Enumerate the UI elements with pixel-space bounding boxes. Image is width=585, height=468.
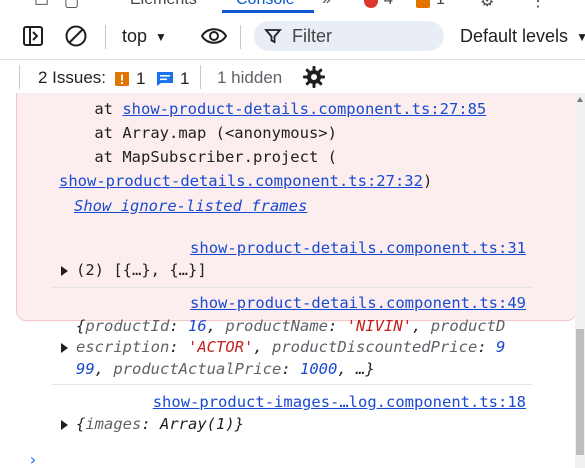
object-token: : (477, 338, 496, 356)
settings-icon-fragment[interactable]: ⚙ (480, 0, 494, 11)
object-token: images (85, 415, 142, 433)
source-link[interactable]: show-product-details.component.ts:49 (190, 294, 526, 312)
object-token: productName (225, 317, 329, 335)
live-expression-button[interactable] (200, 24, 228, 48)
expand-triangle-icon[interactable] (61, 343, 68, 353)
context-value: top (122, 26, 148, 46)
warning-issue-count: 1 (136, 69, 146, 88)
toolbar-divider (240, 25, 241, 49)
object-token: escription (76, 338, 170, 356)
log-levels-label: Default levels (460, 26, 569, 46)
caret-down-icon: ▼ (576, 29, 585, 44)
warning-count-icon[interactable] (416, 0, 430, 8)
eye-icon (200, 28, 228, 44)
object-token: 1000 (300, 360, 338, 378)
gear-icon (303, 66, 325, 88)
object-token: productActualPrice (113, 360, 282, 378)
stack-frame: at MapSubscriber.project ( (57, 148, 337, 166)
filter-input[interactable] (292, 25, 432, 47)
error-count: 4 (384, 0, 393, 9)
issues-warning-badge[interactable]: 1 (114, 69, 145, 89)
source-link[interactable]: show-product-images-…log.component.ts:18 (153, 393, 526, 411)
array-preview[interactable]: (2) [{…}, {…}] (76, 261, 207, 279)
sidebar-toggle-button[interactable] (22, 25, 44, 47)
more-tabs-button[interactable]: » (322, 0, 331, 9)
expand-triangle-icon[interactable] (61, 420, 68, 430)
hidden-issues-label[interactable]: 1 hidden (217, 68, 282, 88)
object-token: , (206, 317, 226, 335)
object-token: : (328, 317, 347, 335)
source-link[interactable]: show-product-details.component.ts:31 (190, 239, 526, 257)
issues-info-badge[interactable]: 1 (156, 69, 189, 89)
console-output: show-product-details.component.ts:27:85 … (0, 93, 575, 468)
console-scrollbar[interactable] (575, 93, 585, 468)
object-token: : (141, 415, 161, 433)
object-token: productD (430, 317, 506, 335)
stack-frame: show-product-details.component.ts:27:32) (59, 172, 433, 190)
object-token: Array(1) (160, 415, 235, 433)
object-token: 9 (495, 338, 506, 356)
tab-icon-fragment[interactable]: ▭ (34, 0, 49, 11)
object-preview-line[interactable]: escription: 'ACTOR', productDiscountedPr… (76, 338, 505, 356)
object-token: { (76, 317, 86, 335)
message-icon (157, 72, 173, 86)
issues-divider (200, 65, 201, 89)
scrollbar-thumb[interactable] (576, 329, 584, 455)
issues-divider (19, 65, 20, 89)
object-token: , (253, 338, 272, 356)
clear-icon (65, 25, 87, 47)
issues-label[interactable]: 2 Issues: (38, 68, 106, 88)
issues-bar: 2 Issues: 1 1 1 hidden (0, 59, 585, 93)
stack-frame-link[interactable]: show-product-details.component.ts:27:32 (59, 172, 423, 190)
object-token: 16 (188, 317, 207, 335)
scroll-up-arrow-icon[interactable] (577, 97, 583, 102)
tab-console[interactable]: Console (236, 0, 295, 9)
object-token: productDiscountedPrice (272, 338, 478, 356)
show-ignore-listed-frames-link[interactable]: Show ignore-listed frames (74, 197, 307, 215)
console-prompt[interactable]: › (28, 450, 38, 468)
object-token: } (234, 415, 245, 433)
tab-elements[interactable]: Elements (130, 0, 197, 9)
object-token: 'ACTOR' (188, 338, 254, 356)
context-selector[interactable]: top ▼ (122, 26, 167, 47)
object-token: { (76, 415, 86, 433)
log-levels-dropdown[interactable]: Default levels ▼ (460, 26, 585, 47)
object-token: 99 (76, 360, 95, 378)
object-preview-line: 99, productActualPrice: 1000, …} (76, 360, 375, 378)
warning-icon (115, 72, 129, 86)
stack-frame-link[interactable]: show-product-details.component.ts:27:85 (122, 100, 486, 118)
sidebar-icon (23, 26, 43, 46)
object-preview[interactable]: {images: Array(1)} (76, 415, 244, 433)
devtools-tab-strip: ▭ ▢ Elements Console » 4 1 ⚙ ⋮ (0, 0, 585, 14)
device-icon-fragment[interactable]: ▢ (64, 0, 79, 11)
toolbar-divider (105, 25, 106, 49)
kebab-menu-fragment[interactable]: ⋮ (530, 0, 546, 11)
console-settings-button[interactable] (302, 65, 326, 89)
error-count-icon[interactable] (364, 0, 378, 8)
object-token: : (169, 338, 188, 356)
object-preview-line: {productId: 16, productName: 'NIVIN', pr… (76, 317, 505, 335)
filter-icon (264, 29, 282, 44)
object-token: : (169, 317, 189, 335)
active-tab-indicator (222, 10, 314, 13)
stack-frame: at Array.map (<anonymous>) (57, 124, 337, 142)
object-token: , (412, 317, 431, 335)
stack-frame: at show-product-details.component.ts:27:… (57, 100, 487, 118)
filter-box[interactable] (254, 21, 444, 51)
object-token: : (281, 360, 300, 378)
warning-count: 1 (436, 0, 445, 9)
expand-triangle-icon[interactable] (61, 266, 68, 276)
clear-console-button[interactable] (64, 24, 88, 48)
object-token: , (94, 360, 114, 378)
object-token: 'NIVIN' (346, 317, 413, 335)
message-divider (52, 384, 532, 385)
object-token: , …} (337, 360, 375, 378)
message-divider (52, 287, 532, 288)
object-token: productId (85, 317, 170, 335)
caret-down-icon: ▼ (155, 29, 167, 44)
info-issue-count: 1 (180, 69, 190, 88)
console-toolbar: top ▼ Default levels ▼ (0, 14, 585, 59)
